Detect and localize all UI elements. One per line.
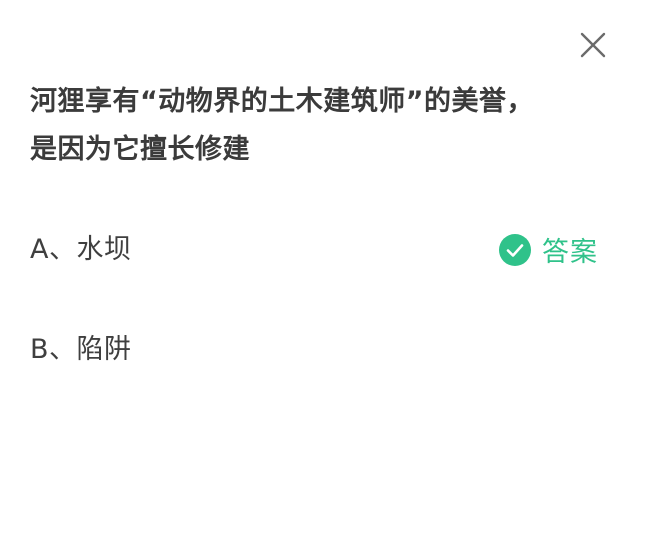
answer-badge: 答案: [498, 230, 598, 269]
option-b[interactable]: B、陷阱: [30, 316, 620, 376]
quiz-dialog: 河狸享有“动物界的土木建筑师”的美誉， 是因为它擅长修建 A、水坝 答案 B、陷…: [0, 0, 653, 536]
question-line-2: 是因为它擅长修建: [30, 134, 250, 165]
check-circle-icon: [499, 233, 531, 266]
option-b-label: B、陷阱: [30, 333, 132, 365]
question-line-1: 河狸享有“动物界的土木建筑师”的美誉，: [30, 86, 534, 117]
close-icon: [580, 32, 606, 58]
option-a-label: A、水坝: [30, 233, 132, 265]
question-text: 河狸享有“动物界的土木建筑师”的美誉， 是因为它擅长修建: [30, 78, 590, 174]
answer-label: 答案: [542, 237, 598, 268]
option-a[interactable]: A、水坝 答案: [30, 216, 620, 276]
close-button[interactable]: [574, 26, 612, 64]
